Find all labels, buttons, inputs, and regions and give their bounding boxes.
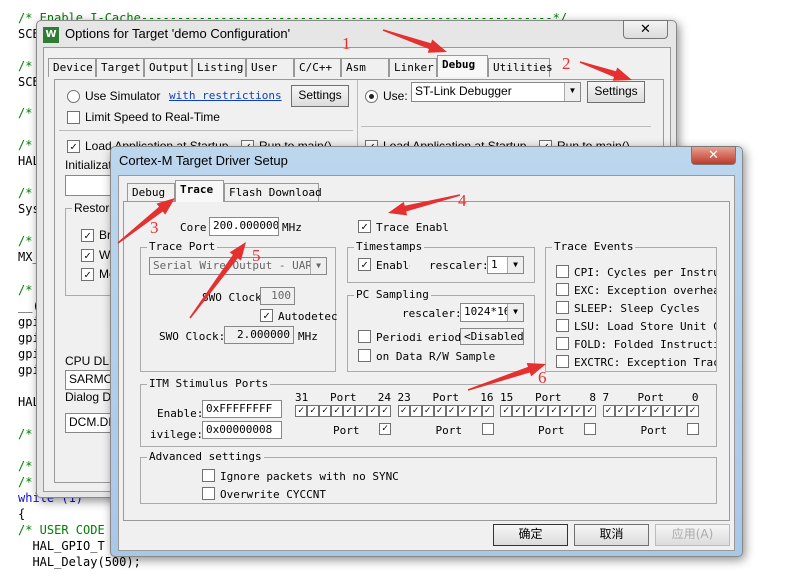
annotation-number: 4	[458, 191, 467, 210]
annotation-arrow	[117, 198, 175, 244]
annotation-number: 3	[150, 218, 159, 237]
annotation-overlay	[117, 29, 632, 391]
annotation-number: 5	[252, 246, 261, 265]
annotation-number: 2	[562, 54, 571, 73]
annotation-arrow	[388, 194, 461, 216]
annotation-arrow	[382, 29, 447, 53]
annotation-arrow	[579, 61, 632, 81]
tab-debug[interactable]: Debug	[437, 55, 488, 77]
annotation-number: 1	[342, 34, 351, 53]
annotation-number: 6	[538, 368, 547, 387]
tab-trace[interactable]: Trace	[175, 180, 224, 202]
annotation-arrow	[189, 242, 246, 319]
annotation-arrow	[467, 363, 546, 391]
